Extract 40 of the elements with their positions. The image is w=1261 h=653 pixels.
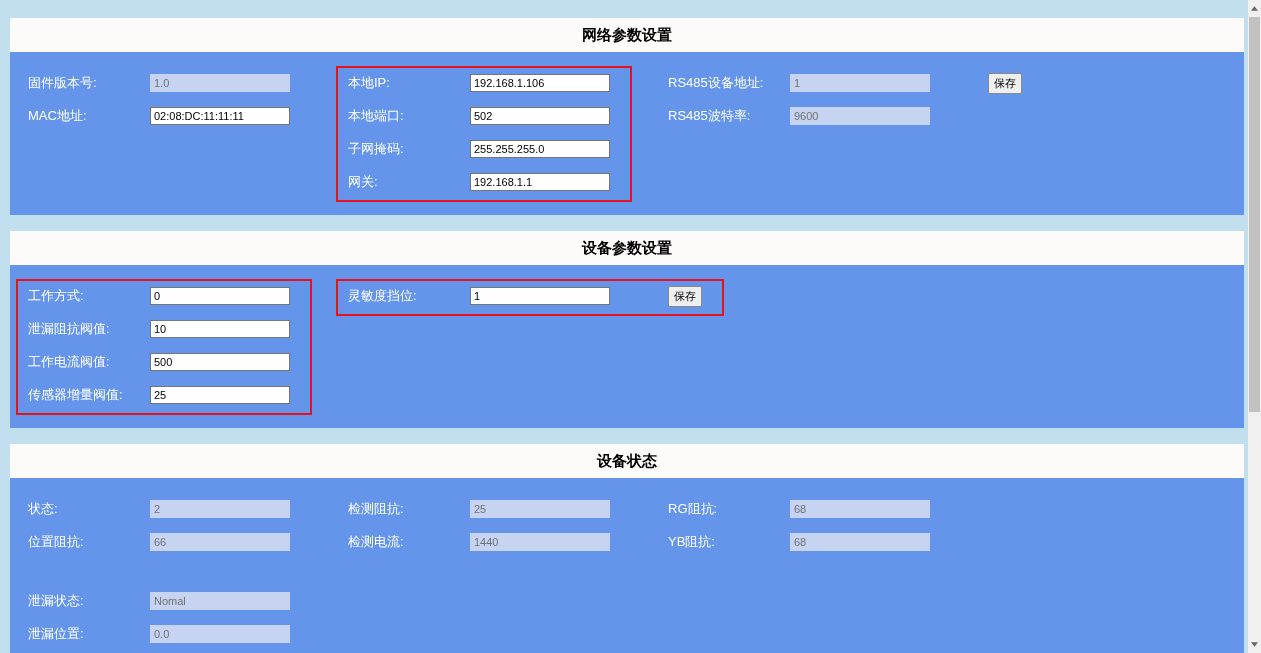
field-label: 工作电流阀值: <box>28 353 111 371</box>
field-label: RS485设备地址: <box>668 74 765 92</box>
section-title: 设备状态 <box>597 451 657 471</box>
field-label: 工作方式: <box>28 287 85 305</box>
field-label: 灵敏度挡位: <box>348 287 418 305</box>
scroll-up-icon[interactable] <box>1251 6 1258 11</box>
field-label: 固件版本号: <box>28 74 98 92</box>
scroll-down-icon[interactable] <box>1251 642 1258 647</box>
field-label: 泄漏状态: <box>28 592 85 610</box>
section-title: 网络参数设置 <box>582 25 672 45</box>
input-field[interactable]: 0 <box>150 287 290 305</box>
field-label: 本地端口: <box>348 107 405 125</box>
input-field[interactable]: 1 <box>470 287 610 305</box>
input-field[interactable]: 192.168.1.1 <box>470 173 610 191</box>
input-field[interactable]: 25 <box>150 386 290 404</box>
field-label: 子网掩码: <box>348 140 405 158</box>
field-label: YB阻抗: <box>668 533 716 551</box>
input-field[interactable]: 02:08:DC:11:11:11 <box>150 107 290 125</box>
input-field[interactable]: 502 <box>470 107 610 125</box>
input-field[interactable]: 500 <box>150 353 290 371</box>
field-label: 传感器增量阀值: <box>28 386 124 404</box>
field-label: 检测电流: <box>348 533 405 551</box>
save-button[interactable]: 保存 <box>988 72 1022 94</box>
input-field[interactable]: 10 <box>150 320 290 338</box>
field-label: MAC地址: <box>28 107 88 125</box>
input-field[interactable]: 192.168.1.106 <box>470 74 610 92</box>
save-button[interactable]: 保存 <box>668 285 702 307</box>
scrollbar-thumb[interactable] <box>1249 17 1260 412</box>
section-title: 设备参数设置 <box>582 238 672 258</box>
field-label: 网关: <box>348 173 379 191</box>
field-label: 泄漏阻抗阀值: <box>28 320 111 338</box>
field-label: RG阻抗: <box>668 500 719 518</box>
field-label: 检测阻抗: <box>348 500 405 518</box>
field-label: 状态: <box>28 500 59 518</box>
field-label: 位置阻抗: <box>28 533 85 551</box>
field-label: 本地IP: <box>348 74 391 92</box>
field-label: RS485波特率: <box>668 107 752 125</box>
scrollbar[interactable] <box>1248 0 1261 653</box>
field-label: 泄漏位置: <box>28 625 85 643</box>
input-field[interactable]: 255.255.255.0 <box>470 140 610 158</box>
